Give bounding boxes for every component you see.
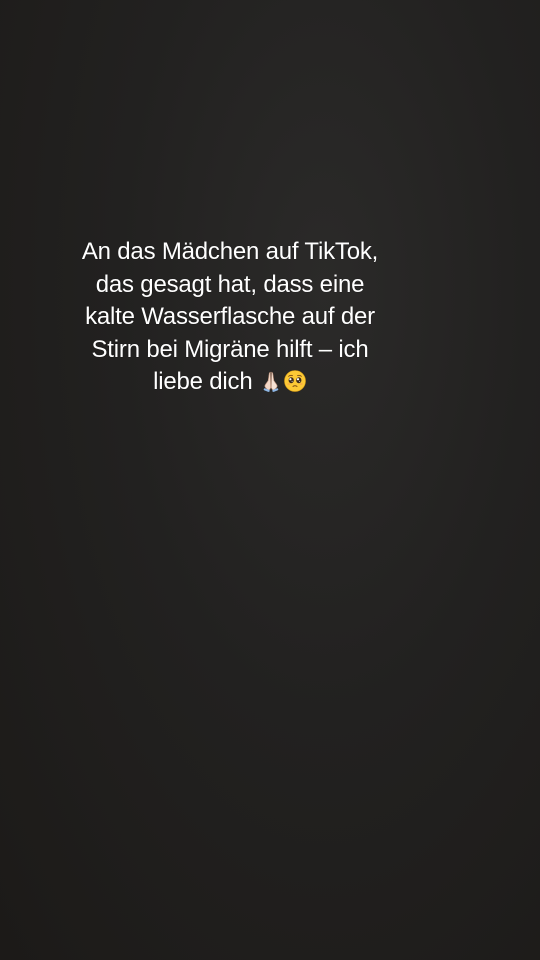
caption-text: An das Mädchen auf TikTok, das gesagt ha… xyxy=(40,236,420,399)
pleading-face-icon xyxy=(284,370,306,392)
caption-line-1: An das Mädchen auf TikTok, xyxy=(81,238,379,265)
caption-line-4: Stirn bei Migräne hilft – ich xyxy=(91,335,369,363)
caption-line-2: das gesagt hat, dass eine xyxy=(95,270,365,298)
caption-line-5: liebe dich xyxy=(40,366,420,399)
folded-hands-icon xyxy=(263,371,279,392)
story-screen: An das Mädchen auf TikTok, das gesagt ha… xyxy=(0,0,540,960)
caption-line-5-text: liebe dich xyxy=(153,368,253,395)
caption-line-3: kalte Wasserflasche auf der xyxy=(85,303,375,330)
